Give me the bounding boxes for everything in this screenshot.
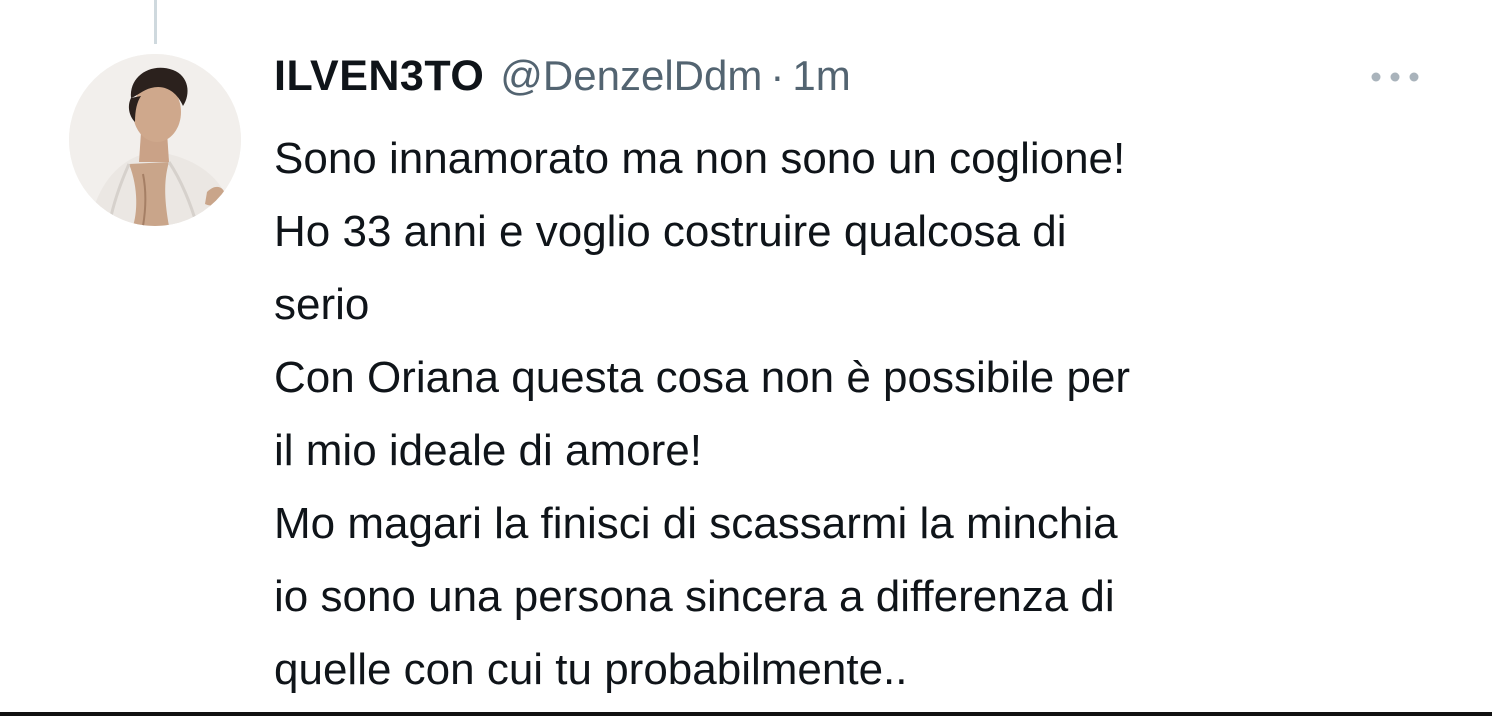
tweet[interactable]: ILVEN3TO @DenzelDdm · 1m Sono innamorato… (274, 52, 1454, 706)
tweet-text-line: Mo magari la finisci di scassarmi la min… (274, 499, 1118, 548)
avatar[interactable] (69, 54, 241, 226)
tweet-text-line: Ho 33 anni e voglio costruire qualcosa d… (274, 207, 1067, 256)
author-display-name[interactable]: ILVEN3TO (274, 52, 484, 101)
header-separator: · (770, 52, 785, 99)
tweet-text-line: Sono innamorato ma non sono un coglione! (274, 134, 1126, 183)
avatar-photo-icon (69, 54, 241, 226)
tweet-text-line: il mio ideale di amore! (274, 426, 702, 475)
tweet-text: Sono innamorato ma non sono un coglione!… (274, 122, 1454, 706)
tweet-text-line: serio (274, 280, 370, 329)
tweet-text-line: Con Oriana questa cosa non è possibile p… (274, 353, 1131, 402)
author-handle[interactable]: @DenzelDdm (500, 52, 762, 100)
bottom-divider (0, 712, 1492, 716)
tweet-text-line: io sono una persona sincera a differenza… (274, 572, 1115, 621)
tweet-header: ILVEN3TO @DenzelDdm · 1m (274, 52, 1454, 112)
more-options-button[interactable] (1366, 62, 1424, 92)
tweet-timestamp[interactable]: 1m (792, 52, 850, 100)
thread-connector-line (154, 0, 157, 44)
tweet-text-line: quelle con cui tu probabilmente.. (274, 645, 908, 694)
more-dots-icon (1371, 72, 1419, 82)
